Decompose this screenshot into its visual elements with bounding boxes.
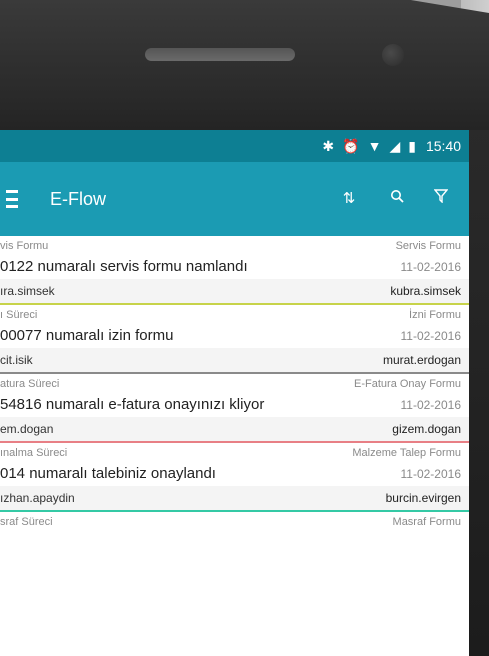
phone-top-bezel <box>0 0 489 130</box>
list-item[interactable]: ınalma Süreci Malzeme Talep Formu 014 nu… <box>0 443 469 512</box>
battery-icon: ▮ <box>408 137 416 154</box>
app-bar: E-Flow ⇅ <box>0 162 469 236</box>
search-icon[interactable] <box>386 188 408 210</box>
alarm-icon: ⏰ <box>342 137 360 154</box>
item-from-user: ızhan.apaydin <box>0 491 75 505</box>
list-item[interactable]: atura Süreci E-Fatura Onay Formu 54816 n… <box>0 374 469 443</box>
item-date: 11-02-2016 <box>400 466 462 481</box>
speaker-grille <box>145 48 295 61</box>
item-title: 0122 numaralı servis formu namlandı <box>0 258 248 275</box>
item-process: atura Süreci <box>0 378 60 390</box>
item-to-user: burcin.evirgen <box>385 491 461 505</box>
item-title: 00077 numaralı izin formu <box>0 327 174 344</box>
phone-screen: ✱ ⏰ ▼ ◢ ▮ 15:40 E-Flow ⇅ vis Formu Servi… <box>0 130 469 656</box>
item-date: 11-02-2016 <box>400 259 462 274</box>
item-to-user: gizem.dogan <box>392 422 461 436</box>
list-item[interactable]: vis Formu Servis Formu 0122 numaralı ser… <box>0 236 469 305</box>
item-form-type: İzni Formu <box>409 309 461 321</box>
item-from-user: cit.isik <box>0 353 33 367</box>
item-title: 54816 numaralı e-fatura onayınızı kliyor <box>0 396 265 413</box>
item-date: 11-02-2016 <box>400 397 462 412</box>
item-form-type: Masraf Formu <box>392 516 461 528</box>
item-to-user: murat.erdogan <box>382 353 461 367</box>
app-title: E-Flow <box>50 189 107 209</box>
item-process: sraf Süreci <box>0 516 53 528</box>
status-time: 15:40 <box>425 138 461 154</box>
menu-icon[interactable] <box>6 190 18 208</box>
signal-icon: ◢ <box>389 137 401 154</box>
bluetooth-icon: ✱ <box>322 137 335 154</box>
item-date: 11-02-2016 <box>400 328 462 343</box>
front-camera <box>382 44 404 66</box>
sort-icon[interactable]: ⇅ <box>338 188 360 210</box>
item-form-type: Malzeme Talep Formu <box>352 447 461 459</box>
item-from-user: em.dogan <box>0 422 54 436</box>
item-process: ı Süreci <box>0 309 38 321</box>
status-bar: ✱ ⏰ ▼ ◢ ▮ 15:40 <box>0 130 469 162</box>
item-from-user: ıra.simsek <box>0 284 55 298</box>
list-item[interactable]: sraf Süreci Masraf Formu <box>0 512 469 530</box>
filter-icon[interactable] <box>430 188 452 210</box>
item-to-user: kubra.simsek <box>390 284 461 298</box>
item-process: vis Formu <box>0 240 49 252</box>
item-form-type: E-Fatura Onay Formu <box>354 378 461 390</box>
wifi-icon: ▼ <box>367 138 382 154</box>
flow-list: vis Formu Servis Formu 0122 numaralı ser… <box>0 236 469 530</box>
item-title: 014 numaralı talebiniz onaylandı <box>0 465 216 482</box>
item-process: ınalma Süreci <box>0 447 68 459</box>
status-icons: ✱ ⏰ ▼ ◢ ▮ <box>322 138 416 155</box>
list-item[interactable]: ı Süreci İzni Formu 00077 numaralı izin … <box>0 305 469 374</box>
item-form-type: Servis Formu <box>395 240 461 252</box>
